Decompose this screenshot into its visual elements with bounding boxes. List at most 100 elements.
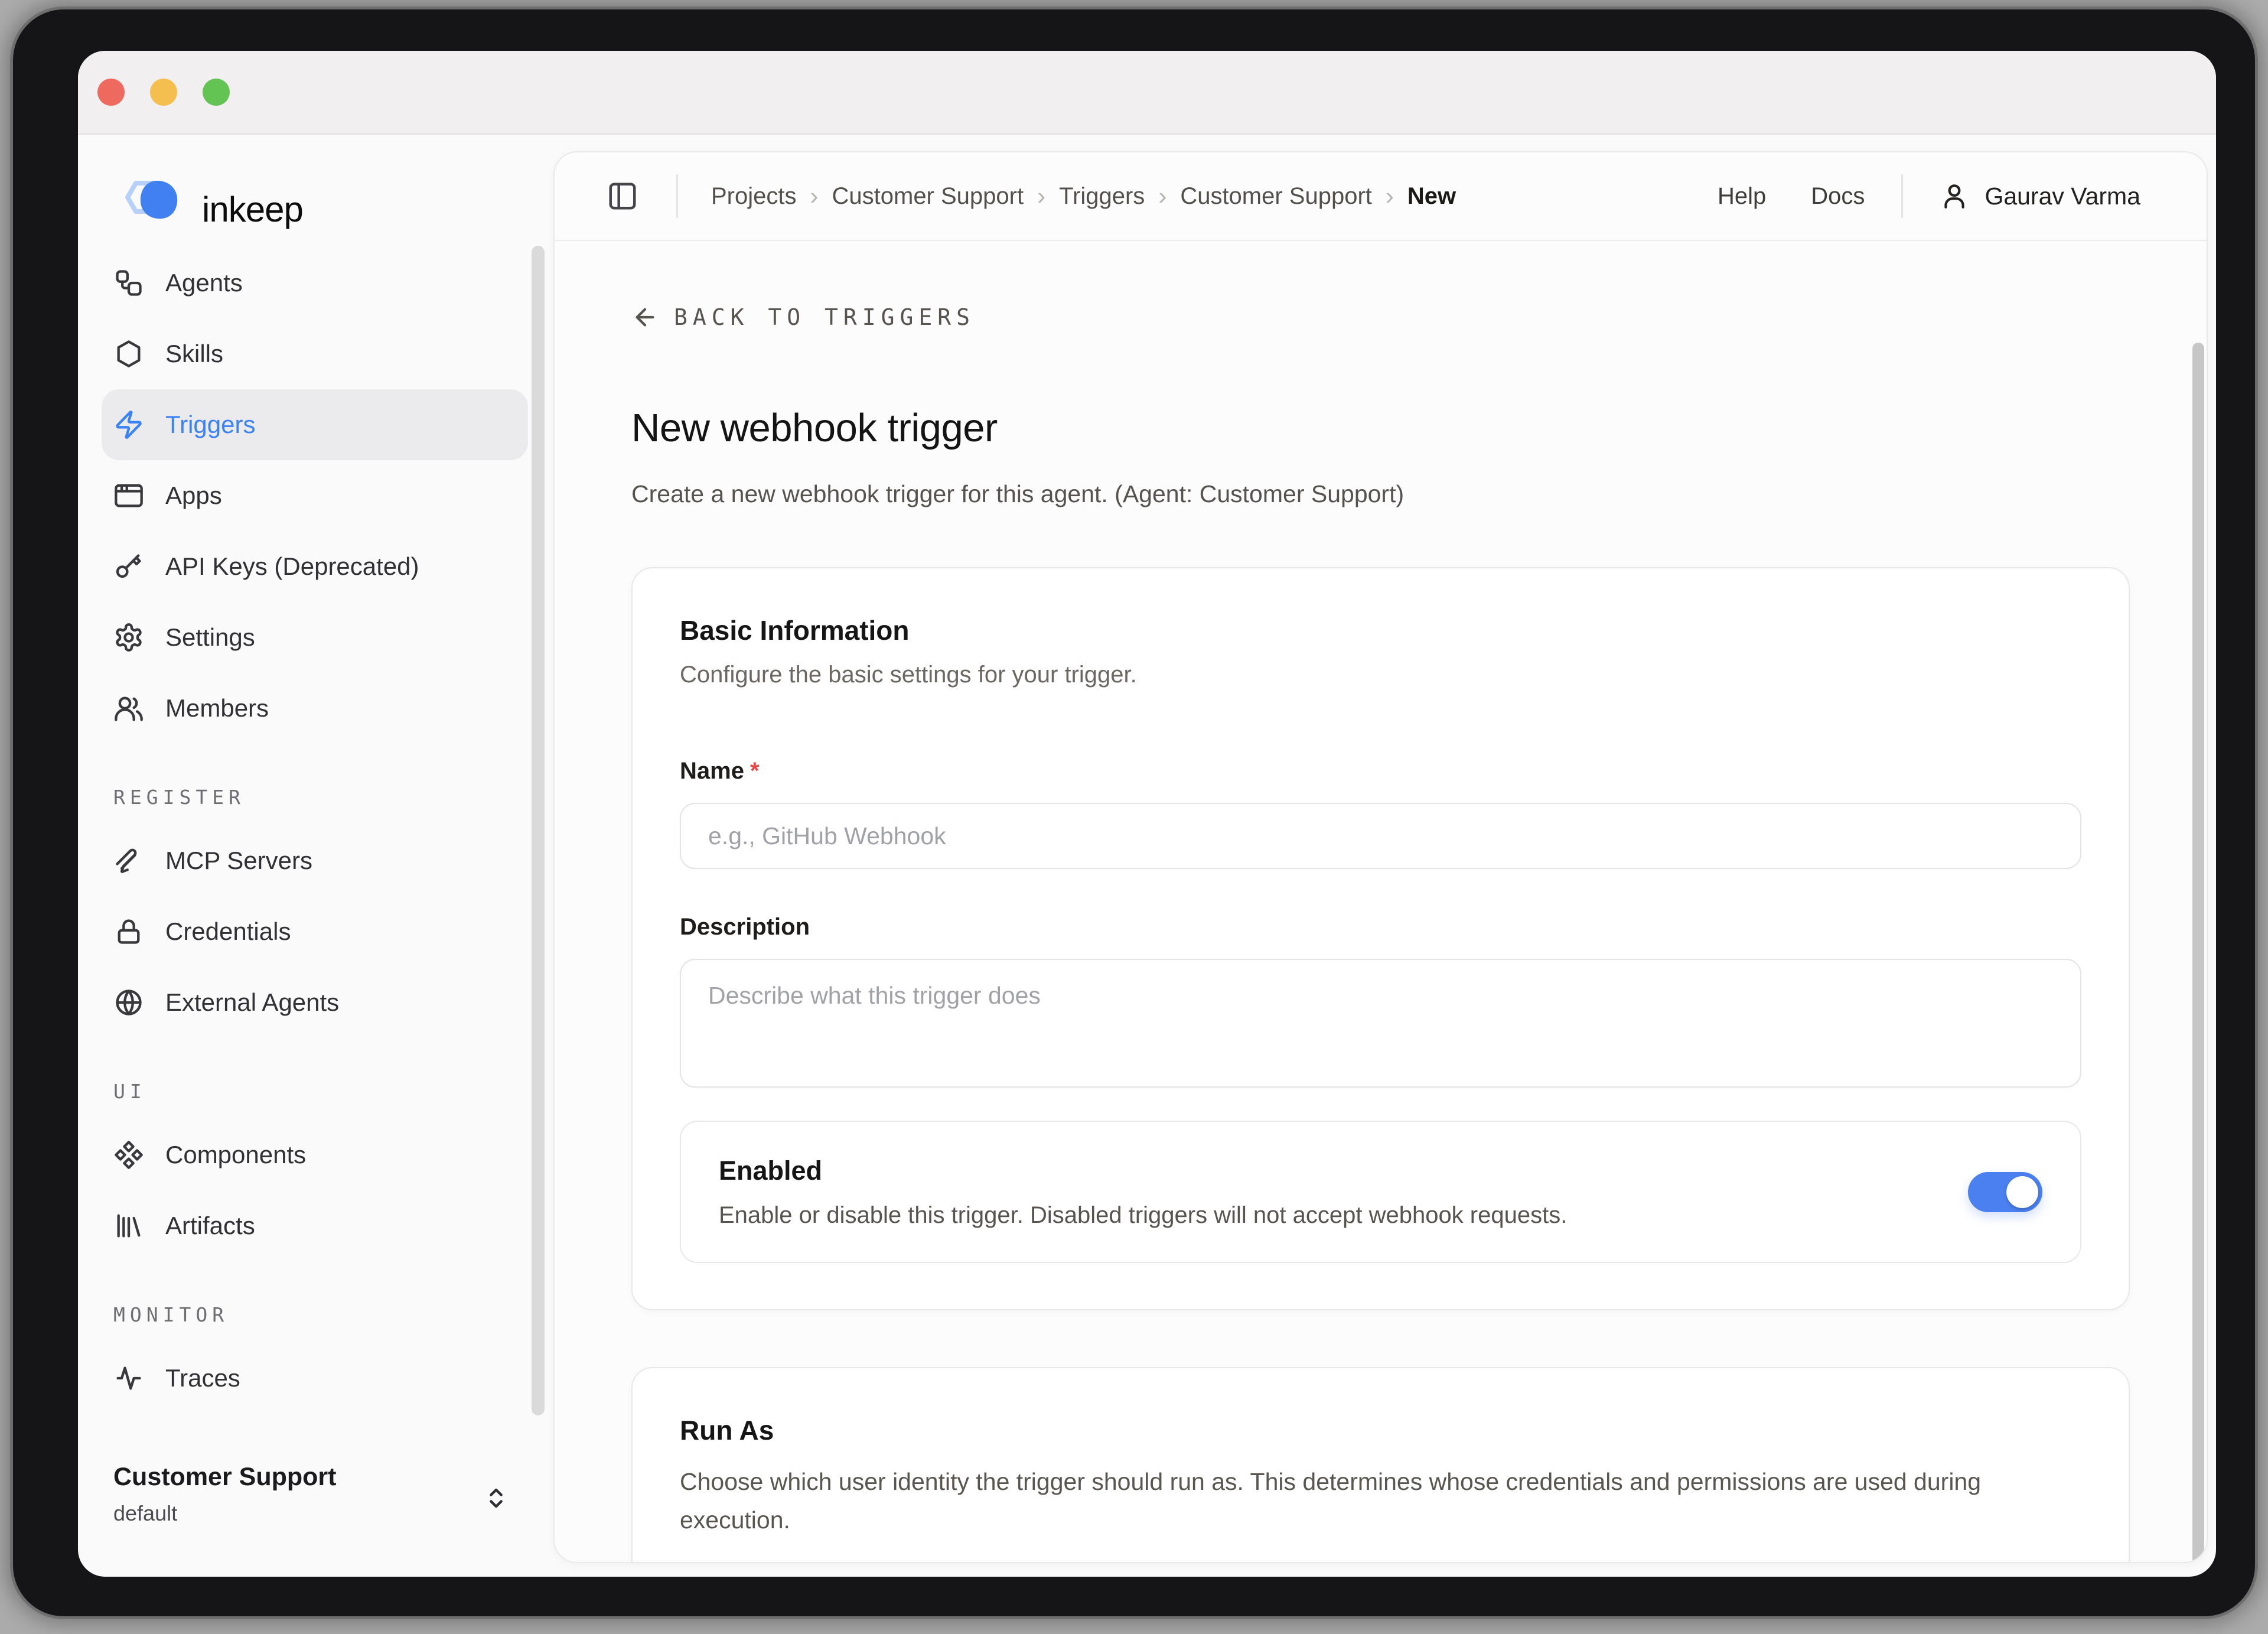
globe-icon	[113, 987, 144, 1018]
inkeep-logo-icon	[112, 171, 188, 247]
key-icon	[113, 551, 144, 582]
sidebar-item-label: Triggers	[165, 411, 255, 439]
sidebar-item-agents[interactable]: Agents	[102, 248, 528, 318]
toggle-knob	[2006, 1176, 2038, 1208]
sidebar-item-label: External Agents	[165, 988, 339, 1017]
mcp-icon	[113, 845, 144, 876]
back-link-label: BACK TO TRIGGERS	[674, 304, 975, 330]
zoom-button[interactable]	[203, 79, 230, 106]
breadcrumb-agent[interactable]: Customer Support	[1180, 183, 1372, 210]
sidebar-item-label: Credentials	[165, 917, 291, 946]
panel-left-icon[interactable]	[607, 180, 638, 212]
sidebar-item-label: MCP Servers	[165, 847, 312, 875]
sidebar-section-monitor: MONITOR	[113, 1297, 553, 1332]
sidebar-item-traces[interactable]: Traces	[102, 1343, 528, 1414]
main-panel: Projects › Customer Support › Triggers ›…	[553, 151, 2208, 1563]
content-scrollbar[interactable]	[2192, 343, 2204, 1563]
sidebar-item-label: Components	[165, 1141, 306, 1169]
sidebar-item-label: Settings	[165, 623, 255, 652]
sidebar-item-label: Traces	[165, 1364, 240, 1392]
user-name: Gaurav Varma	[1984, 183, 2140, 210]
breadcrumb-project[interactable]: Customer Support	[832, 183, 1024, 210]
breadcrumb: Projects › Customer Support › Triggers ›…	[711, 182, 1456, 210]
sidebar-item-label: API Keys (Deprecated)	[165, 552, 419, 581]
graph-name: default	[113, 1501, 336, 1526]
header-divider	[1901, 174, 1903, 218]
header-divider	[676, 174, 678, 218]
enabled-texts: Enabled Enable or disable this trigger. …	[719, 1155, 1567, 1229]
breadcrumb-separator: ›	[810, 182, 819, 210]
enabled-description: Enable or disable this trigger. Disabled…	[719, 1202, 1567, 1229]
workflow-icon	[113, 268, 144, 298]
run-as-description: Choose which user identity the trigger s…	[680, 1463, 2015, 1539]
sidebar-item-artifacts[interactable]: Artifacts	[102, 1190, 528, 1261]
basic-information-card: Basic Information Configure the basic se…	[631, 567, 2130, 1310]
breadcrumb-projects[interactable]: Projects	[711, 183, 797, 210]
app-window-icon	[113, 480, 144, 511]
breadcrumb-new: New	[1407, 183, 1456, 210]
sidebar-item-components[interactable]: Components	[102, 1119, 528, 1190]
sidebar-item-label: Members	[165, 694, 269, 722]
back-to-triggers-link[interactable]: BACK TO TRIGGERS	[631, 304, 975, 331]
breadcrumb-separator: ›	[1037, 182, 1045, 210]
breadcrumb-bar: Projects › Customer Support › Triggers ›…	[555, 152, 2207, 241]
sidebar-nav: Agents Skills Triggers	[78, 248, 553, 1414]
name-input[interactable]	[680, 803, 2081, 869]
user-icon	[1940, 181, 1969, 211]
chevrons-up-down-icon[interactable]	[481, 1483, 511, 1513]
docs-link[interactable]: Docs	[1811, 183, 1865, 210]
breadcrumb-separator: ›	[1158, 182, 1166, 210]
sidebar-section-ui: UI	[113, 1073, 553, 1109]
hexagon-icon	[113, 338, 144, 369]
page-subtitle: Create a new webhook trigger for this ag…	[631, 480, 2130, 508]
sidebar-item-triggers[interactable]: Triggers	[102, 389, 528, 460]
user-menu[interactable]: Gaurav Varma	[1940, 181, 2140, 211]
zap-icon	[113, 409, 144, 440]
sidebar-item-settings[interactable]: Settings	[102, 602, 528, 673]
device-frame: inkeep Agents Skills	[13, 9, 2255, 1616]
minimize-button[interactable]	[150, 79, 177, 106]
sidebar-item-apps[interactable]: Apps	[102, 460, 528, 531]
users-icon	[113, 693, 144, 724]
lock-icon	[113, 916, 144, 947]
arrow-left-icon	[631, 304, 659, 331]
sidebar-item-credentials[interactable]: Credentials	[102, 896, 528, 967]
app-window: inkeep Agents Skills	[78, 51, 2216, 1577]
name-label: Name*	[680, 757, 2081, 785]
help-link[interactable]: Help	[1718, 183, 1766, 210]
run-as-card: Run As Choose which user identity the tr…	[631, 1367, 2130, 1563]
library-icon	[113, 1210, 144, 1241]
card-heading: Basic Information	[680, 614, 2081, 646]
sidebar-item-api-keys[interactable]: API Keys (Deprecated)	[102, 531, 528, 602]
header-links: Help Docs	[1718, 183, 1865, 210]
close-button[interactable]	[97, 79, 125, 106]
project-switcher[interactable]: Customer Support default	[113, 1463, 336, 1526]
sidebar-item-skills[interactable]: Skills	[102, 318, 528, 389]
enabled-toggle[interactable]	[1968, 1172, 2042, 1212]
sidebar-item-members[interactable]: Members	[102, 673, 528, 744]
description-label: Description	[680, 913, 2081, 941]
sidebar-item-label: Skills	[165, 340, 223, 368]
activity-icon	[113, 1363, 144, 1394]
brand-name: inkeep	[202, 189, 303, 230]
breadcrumb-triggers[interactable]: Triggers	[1059, 183, 1145, 210]
sidebar-item-label: Artifacts	[165, 1212, 255, 1240]
enabled-setting: Enabled Enable or disable this trigger. …	[680, 1121, 2081, 1263]
breadcrumb-separator: ›	[1386, 182, 1394, 210]
page-title: New webhook trigger	[631, 405, 2130, 452]
sidebar-scrollbar[interactable]	[532, 246, 545, 1415]
required-marker: *	[750, 758, 760, 784]
component-icon	[113, 1140, 144, 1170]
sidebar-item-external-agents[interactable]: External Agents	[102, 967, 528, 1038]
description-textarea[interactable]	[680, 959, 2081, 1088]
page-content: BACK TO TRIGGERS New webhook trigger Cre…	[555, 241, 2207, 1563]
card-heading: Run As	[680, 1414, 2081, 1446]
titlebar	[78, 51, 2216, 135]
card-description: Configure the basic settings for your tr…	[680, 662, 2081, 688]
sidebar-item-label: Agents	[165, 269, 243, 297]
project-name: Customer Support	[113, 1463, 336, 1492]
inkeep-logo[interactable]: inkeep	[112, 171, 303, 247]
enabled-label: Enabled	[719, 1155, 1567, 1187]
sidebar: inkeep Agents Skills	[78, 135, 553, 1577]
sidebar-item-mcp-servers[interactable]: MCP Servers	[102, 825, 528, 896]
